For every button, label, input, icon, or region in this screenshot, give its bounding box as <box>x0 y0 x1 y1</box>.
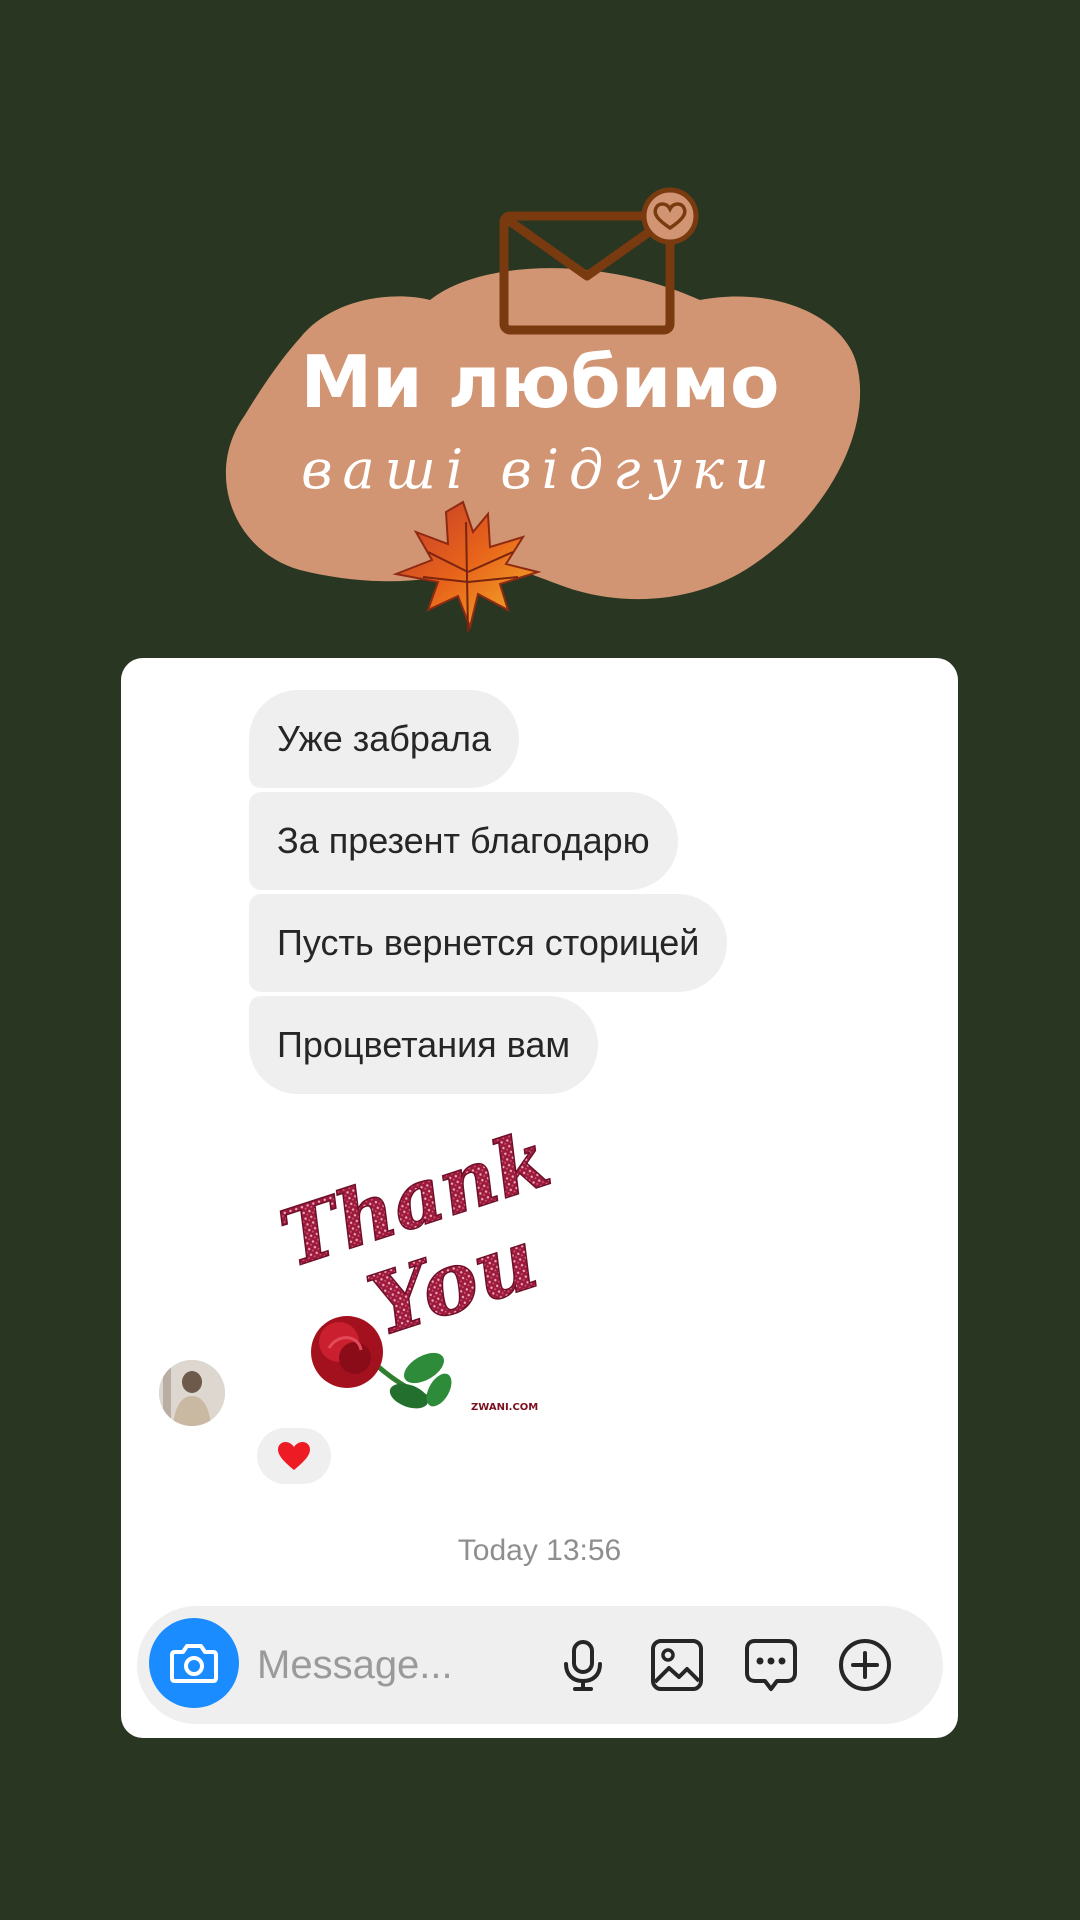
message-bubble: Процветания вам <box>249 996 599 1094</box>
sticker-icon[interactable] <box>743 1637 799 1693</box>
message-bubble: Уже забрала <box>249 690 519 788</box>
microphone-icon[interactable] <box>555 1637 611 1693</box>
heart-reaction[interactable] <box>257 1428 331 1484</box>
header-sticker: Ми любимо ваші відгуки <box>0 0 1080 660</box>
message-bubble: Пусть вернется сторицей <box>249 894 728 992</box>
header-title: Ми любимо <box>300 340 780 424</box>
camera-icon <box>170 1644 218 1683</box>
autumn-leaf-icon <box>392 500 542 633</box>
message-input[interactable] <box>257 1606 537 1724</box>
message-timestamp: Today 13:56 <box>457 1534 622 1567</box>
chat-screenshot: Уже забрала За презент благодарю Пусть в… <box>121 658 958 1738</box>
gallery-icon[interactable] <box>649 1637 705 1693</box>
envelope-heart-icon <box>499 187 699 335</box>
message-composer <box>137 1606 943 1724</box>
heart-icon <box>278 1442 310 1470</box>
sender-avatar[interactable] <box>159 1360 225 1426</box>
thank-you-gif[interactable]: Thank You ZWANI.COM <box>259 1128 579 1428</box>
message-bubble: За презент благодарю <box>249 792 678 890</box>
camera-button[interactable] <box>149 1618 239 1708</box>
gif-watermark: ZWANI.COM <box>471 1402 538 1413</box>
plus-icon[interactable] <box>837 1637 893 1693</box>
